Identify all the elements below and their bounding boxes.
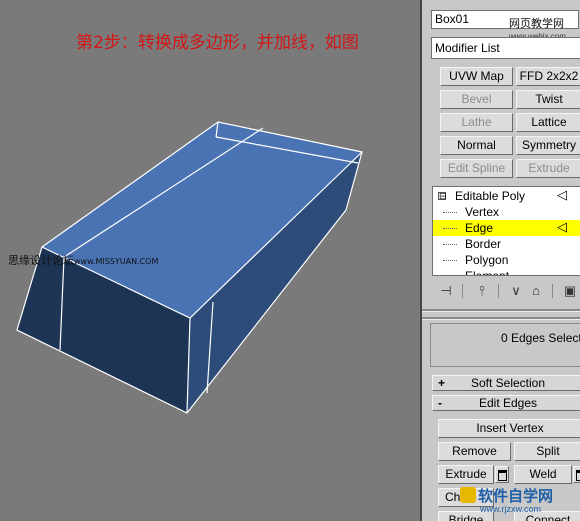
soft-selection-rollout[interactable]: Soft Selection + xyxy=(432,375,580,391)
ffd-button[interactable]: FFD 2x2x2 xyxy=(516,67,580,86)
modify-panel: Box01 网页教学网 www.webjx.com Modifier List … xyxy=(420,0,580,521)
tutorial-caption: 第2步：转换成多边形，并加线，如图 xyxy=(76,33,359,53)
pin-stack-icon[interactable]: ⊣ xyxy=(436,282,456,300)
remove-button[interactable]: Remove xyxy=(438,442,511,461)
edit-spline-button[interactable]: Edit Spline xyxy=(440,159,513,178)
lattice-button[interactable]: Lattice xyxy=(516,113,580,132)
extrude-button[interactable]: Extrude xyxy=(438,465,494,484)
weld-settings-button[interactable] xyxy=(573,466,580,483)
panel-divider xyxy=(422,309,580,312)
pointer-icon: ◁ xyxy=(557,187,567,202)
bevel-button[interactable]: Bevel xyxy=(440,90,513,109)
weld-button[interactable]: Weld xyxy=(514,465,572,484)
extrude-modifier-button[interactable]: Extrude xyxy=(516,159,580,178)
modifier-stack[interactable]: ⊟ Editable Poly ◁ Vertex Edge ◁ Border P… xyxy=(432,186,580,276)
symmetry-button[interactable]: Symmetry xyxy=(516,136,580,155)
panel-divider xyxy=(422,317,580,320)
collapse-icon[interactable]: ⊟ xyxy=(438,192,447,201)
edges-selected-status: 0 Edges Selected xyxy=(501,331,580,345)
edit-edges-rollout[interactable]: Edit Edges - xyxy=(432,395,580,411)
stack-item-polygon[interactable]: Polygon xyxy=(433,252,580,268)
twist-button[interactable]: Twist xyxy=(516,90,580,109)
modifier-list-dropdown[interactable]: Modifier List xyxy=(431,37,580,59)
split-button[interactable]: Split xyxy=(514,442,580,461)
stack-item-vertex[interactable]: Vertex xyxy=(433,204,580,220)
show-end-result-icon[interactable]: ⫯ xyxy=(472,282,492,300)
perspective-viewport[interactable]: 第2步：转换成多边形，并加线，如图 思缘设计论坛www.MISSYUAN.COM xyxy=(0,0,420,521)
site-logo-icon xyxy=(460,487,476,503)
pointer-icon: ◁ xyxy=(557,219,567,234)
normal-button[interactable]: Normal xyxy=(440,136,513,155)
object-name-row: Box01 网页教学网 www.webjx.com xyxy=(431,10,580,41)
stack-item-element[interactable]: Element xyxy=(433,268,580,275)
watermark-left: 思缘设计论坛www.MISSYUAN.COM xyxy=(8,254,159,267)
stack-item-border[interactable]: Border xyxy=(433,236,580,252)
stack-item-edge[interactable]: Edge ◁ xyxy=(433,219,580,236)
remove-modifier-icon[interactable]: ⌂ xyxy=(526,282,546,300)
make-unique-icon[interactable]: ∨ xyxy=(506,282,526,300)
selection-info-box: 0 Edges Selected xyxy=(430,323,580,367)
stack-item-editable-poly[interactable]: ⊟ Editable Poly ◁ xyxy=(433,187,580,204)
watermark-bottom: 软件自学网 www.rjzxw.com xyxy=(460,487,580,514)
uvw-map-button[interactable]: UVW Map xyxy=(440,67,513,86)
stack-toolbar: ⊣ ⫯ ∨ ⌂ ▣ xyxy=(422,282,580,302)
lathe-button[interactable]: Lathe xyxy=(440,113,513,132)
configure-modifier-sets-icon[interactable]: ▣ xyxy=(560,282,580,300)
insert-vertex-button[interactable]: Insert Vertex xyxy=(438,419,580,438)
extrude-settings-button[interactable] xyxy=(495,466,509,483)
